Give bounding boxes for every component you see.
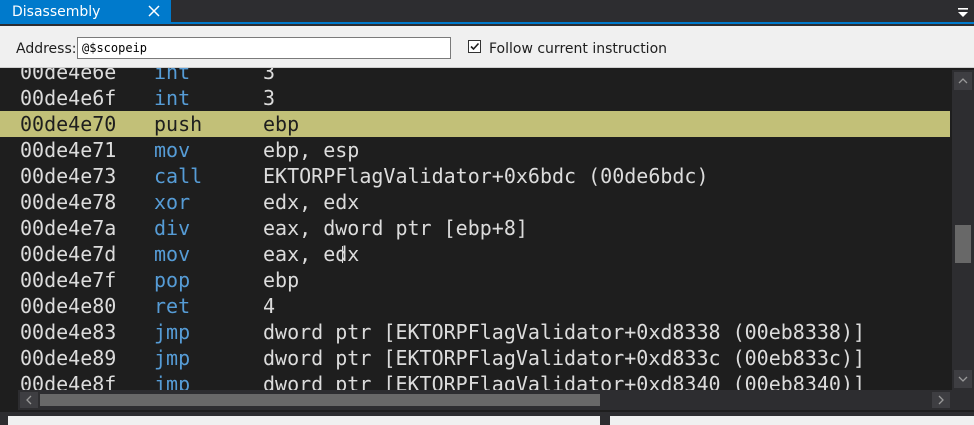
instruction-operands: eax, edx: [263, 242, 360, 266]
instruction-address: 00de4e78: [20, 190, 117, 214]
instruction-row[interactable]: 00de4e73 call EKTORPFlagValidator+0x6bdc (…: [0, 163, 950, 189]
instruction-operands: 3: [263, 68, 276, 84]
instruction-address: 00de4e71: [20, 138, 117, 162]
instruction-opcode: mov: [154, 138, 191, 162]
instruction-opcode: mov: [154, 242, 191, 266]
scroll-up-button[interactable]: [954, 72, 972, 90]
horizontal-scroll-thumb[interactable]: [40, 394, 600, 406]
instruction-address: 00de4e6f: [20, 86, 117, 110]
instruction-row[interactable]: 00de4e83 jmp dword ptr [EKTORPFlagValidato…: [0, 319, 950, 345]
scroll-down-button[interactable]: [954, 370, 972, 388]
instruction-row[interactable]: 00de4e7d mov eax, edx: [0, 241, 950, 267]
text-caret: [342, 246, 343, 263]
instruction-opcode: call: [154, 164, 203, 188]
instruction-operands: 4: [263, 294, 276, 318]
instruction-address: 00de4e7f: [20, 268, 117, 292]
instruction-row[interactable]: 00de4e80 ret 4: [0, 293, 950, 319]
scroll-left-button[interactable]: [20, 392, 38, 408]
instruction-operands: EKTORPFlagValidator+0x6bdc (00de6bdc): [263, 164, 709, 188]
instruction-row[interactable]: 00de4e7a div eax, dword ptr [ebp+8]: [0, 215, 950, 241]
instruction-address: 00de4e6e: [20, 68, 117, 84]
address-label: Address:: [16, 41, 77, 57]
bottom-panel-right: [610, 416, 974, 425]
current-instruction-row[interactable]: 00de4e70 push ebp: [0, 111, 950, 137]
vertical-scrollbar[interactable]: [952, 70, 974, 390]
scrollbar-corner: [952, 390, 974, 410]
instruction-address: 00de4e89: [20, 346, 117, 370]
instruction-opcode: push: [154, 112, 203, 136]
instruction-row[interactable]: 00de4e78 xor edx, edx: [0, 189, 950, 215]
instruction-row[interactable]: 00de4e89 jmp dword ptr [EKTORPFlagValidato…: [0, 345, 950, 371]
instruction-opcode: div: [154, 216, 191, 240]
instruction-operands: ebp, esp: [263, 138, 360, 162]
instruction-row[interactable]: 00de4e7f pop ebp: [0, 267, 950, 293]
vertical-scroll-thumb[interactable]: [955, 225, 971, 263]
instruction-operands: 3: [263, 86, 276, 110]
tab-title: Disassembly: [12, 4, 101, 20]
instruction-operands: ebp: [263, 268, 300, 292]
check-icon: [470, 42, 480, 51]
bottom-panel-left: [8, 416, 600, 425]
instruction-address: 00de4e80: [20, 294, 117, 318]
tab-disassembly[interactable]: Disassembly: [0, 0, 171, 24]
address-input[interactable]: [77, 37, 451, 59]
instruction-opcode: int: [154, 86, 191, 110]
instruction-operands: dword ptr [EKTORPFlagValidator+0xd8338 (…: [263, 320, 866, 344]
chevron-down-icon[interactable]: [956, 4, 970, 18]
disassembly-lines: 00de4e6e int 3 00de4e6f int 3 00de4e70 push ebp 0…: [0, 68, 950, 397]
instruction-address: 00de4e70: [20, 112, 117, 136]
instruction-operands: eax, dword ptr [ebp+8]: [263, 216, 528, 240]
instruction-opcode: jmp: [154, 320, 191, 344]
bottom-panels: [0, 412, 974, 425]
instruction-opcode: pop: [154, 268, 191, 292]
instruction-opcode: jmp: [154, 346, 191, 370]
instruction-operands: edx, edx: [263, 190, 360, 214]
scroll-right-button[interactable]: [932, 392, 950, 408]
instruction-address: 00de4e73: [20, 164, 117, 188]
instruction-opcode: xor: [154, 190, 191, 214]
tab-bar: Disassembly: [0, 0, 974, 24]
instruction-row[interactable]: 00de4e6f int 3: [0, 85, 950, 111]
disassembly-pane[interactable]: 00de4e6e int 3 00de4e6f int 3 00de4e70 push ebp 0…: [0, 68, 974, 412]
instruction-row[interactable]: 00de4e6e int 3: [0, 68, 950, 85]
toolbar: Address: Follow current instruction: [0, 26, 974, 68]
horizontal-scrollbar[interactable]: [18, 390, 952, 410]
instruction-opcode: ret: [154, 294, 191, 318]
follow-label[interactable]: Follow current instruction: [489, 41, 667, 57]
instruction-operands: dword ptr [EKTORPFlagValidator+0xd833c (…: [263, 346, 866, 370]
close-icon[interactable]: [145, 2, 163, 20]
instruction-address: 00de4e7d: [20, 242, 117, 266]
instruction-address: 00de4e7a: [20, 216, 117, 240]
instruction-address: 00de4e83: [20, 320, 117, 344]
instruction-row[interactable]: 00de4e71 mov ebp, esp: [0, 137, 950, 163]
follow-checkbox[interactable]: [468, 40, 481, 53]
instruction-operands: ebp: [263, 112, 300, 136]
instruction-opcode: int: [154, 68, 191, 84]
